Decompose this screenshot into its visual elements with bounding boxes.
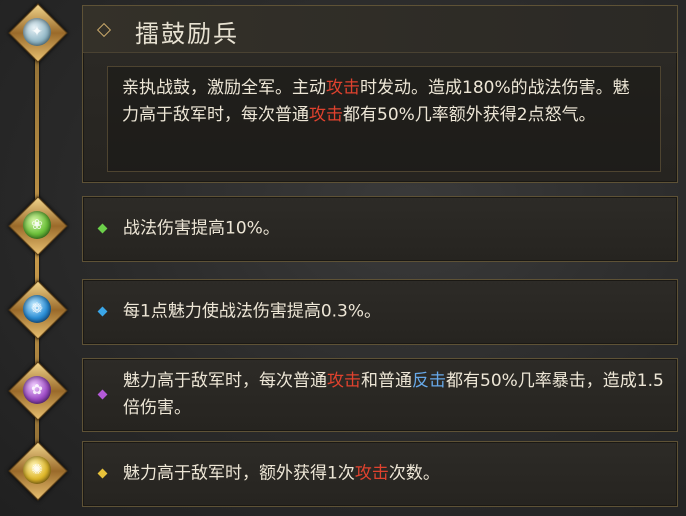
effect-diamond-icon	[97, 389, 108, 400]
desc-part1: 亲执战鼓，激励全军。主动	[122, 78, 326, 98]
effect-text-2: 每1点魅力使战法伤害提高0.3%。	[123, 301, 382, 322]
desc-part3: 都有50%几率额外获得2点怒气。	[343, 105, 596, 125]
effect-text-3: 魅力高于敌军时，每次普通攻击和普通反击都有50%几率暴击，造成1.5倍伤害。	[123, 368, 665, 422]
effect4-part2: 次数。	[388, 463, 440, 484]
effect-diamond-icon	[97, 223, 108, 234]
skill-title: 擂鼓励兵	[135, 20, 239, 48]
effect3-highlight-attack: 攻击	[327, 371, 361, 391]
effect3-part2: 和普通	[361, 371, 412, 391]
skill-description: 亲执战鼓，激励全军。主动攻击时发动。造成180%的战法伤害。魅力高于敌军时，每次…	[122, 75, 646, 129]
effect-panel-2: 每1点魅力使战法伤害提高0.3%。	[82, 279, 678, 345]
purple-gem-icon: ✿	[8, 361, 68, 421]
skill-title-bar: 擂鼓励兵	[83, 6, 677, 53]
desc-highlight-attack-2: 攻击	[309, 105, 343, 125]
effect-panel-1: 战法伤害提高10%。	[82, 196, 678, 262]
skill-gem-icon: ✦	[8, 3, 68, 63]
skill-description-box: 亲执战鼓，激励全军。主动攻击时发动。造成180%的战法伤害。魅力高于敌军时，每次…	[107, 66, 661, 172]
effect-diamond-icon	[97, 468, 108, 479]
skill-panel: 擂鼓励兵 亲执战鼓，激励全军。主动攻击时发动。造成180%的战法伤害。魅力高于敌…	[82, 5, 678, 183]
title-diamond-icon	[96, 22, 112, 38]
effect-text-1: 战法伤害提高10%。	[123, 218, 280, 239]
effect-panel-4: 魅力高于敌军时，额外获得1次攻击次数。	[82, 441, 678, 507]
effect3-part1: 魅力高于敌军时，每次普通	[123, 371, 327, 391]
effect-panel-3: 魅力高于敌军时，每次普通攻击和普通反击都有50%几率暴击，造成1.5倍伤害。	[82, 358, 678, 432]
blue-gem-icon: ❁	[8, 280, 68, 340]
gold-gem-icon: ✺	[8, 441, 68, 501]
green-gem-icon: ❀	[8, 196, 68, 256]
effect4-highlight-attack: 攻击	[354, 463, 389, 484]
effect-diamond-icon	[97, 306, 108, 317]
effect-text-4: 魅力高于敌军时，额外获得1次攻击次数。	[123, 461, 665, 488]
desc-highlight-attack: 攻击	[326, 78, 360, 98]
effect3-highlight-counter: 反击	[412, 371, 446, 391]
effect4-part1: 魅力高于敌军时，额外获得1次	[123, 463, 355, 484]
